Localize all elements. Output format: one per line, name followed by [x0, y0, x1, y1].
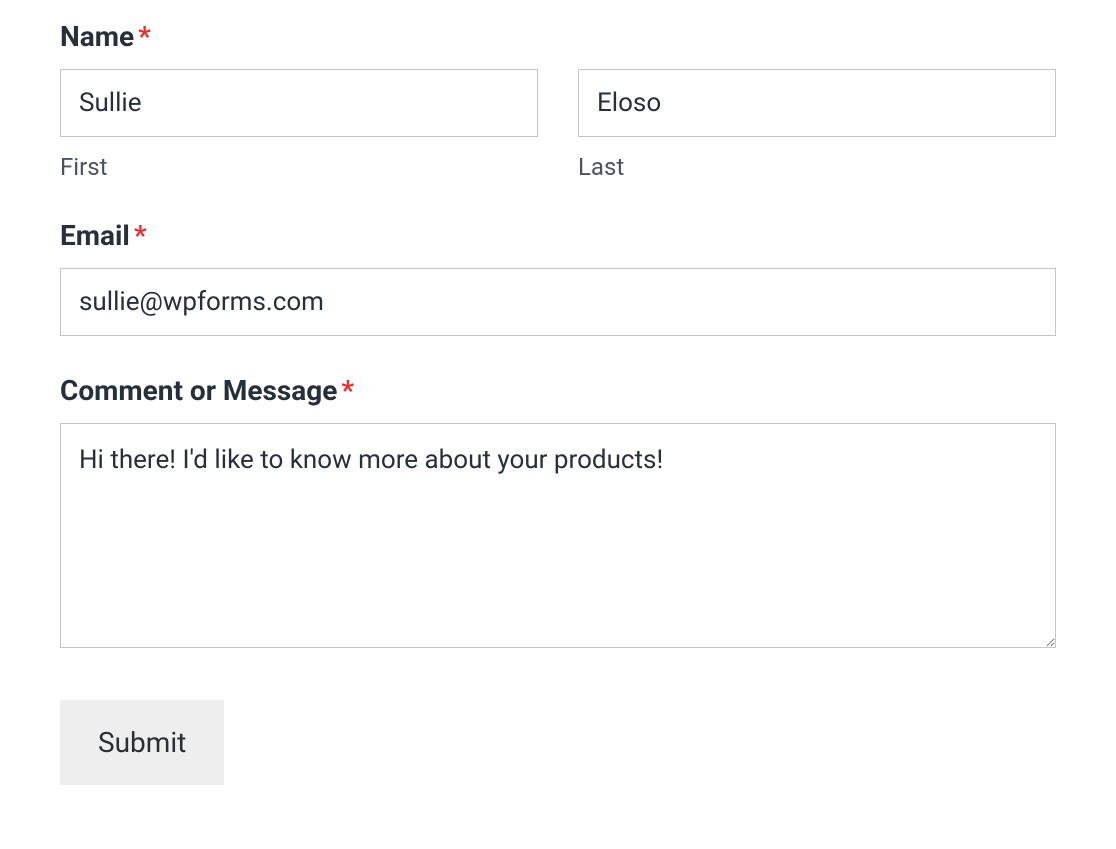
first-name-input[interactable] — [60, 69, 538, 137]
email-label: Email* — [60, 219, 1056, 252]
name-field: Name* First Last — [60, 20, 1056, 181]
required-marker: * — [138, 20, 151, 53]
first-name-col: First — [60, 69, 538, 181]
name-label: Name* — [60, 20, 1056, 53]
email-field: Email* — [60, 219, 1056, 336]
name-row: First Last — [60, 69, 1056, 181]
submit-button[interactable]: Submit — [60, 700, 224, 785]
email-input[interactable] — [60, 268, 1056, 336]
last-name-sublabel: Last — [578, 153, 1056, 181]
message-field: Comment or Message* — [60, 374, 1056, 652]
required-marker: * — [134, 219, 147, 252]
message-label-text: Comment or Message — [60, 374, 337, 407]
required-marker: * — [341, 374, 354, 407]
first-name-sublabel: First — [60, 153, 538, 181]
last-name-input[interactable] — [578, 69, 1056, 137]
name-label-text: Name — [60, 20, 134, 53]
last-name-col: Last — [578, 69, 1056, 181]
message-label: Comment or Message* — [60, 374, 1056, 407]
contact-form: Name* First Last Email* Comment or Messa… — [60, 20, 1056, 785]
message-textarea[interactable] — [60, 423, 1056, 648]
email-label-text: Email — [60, 219, 130, 252]
